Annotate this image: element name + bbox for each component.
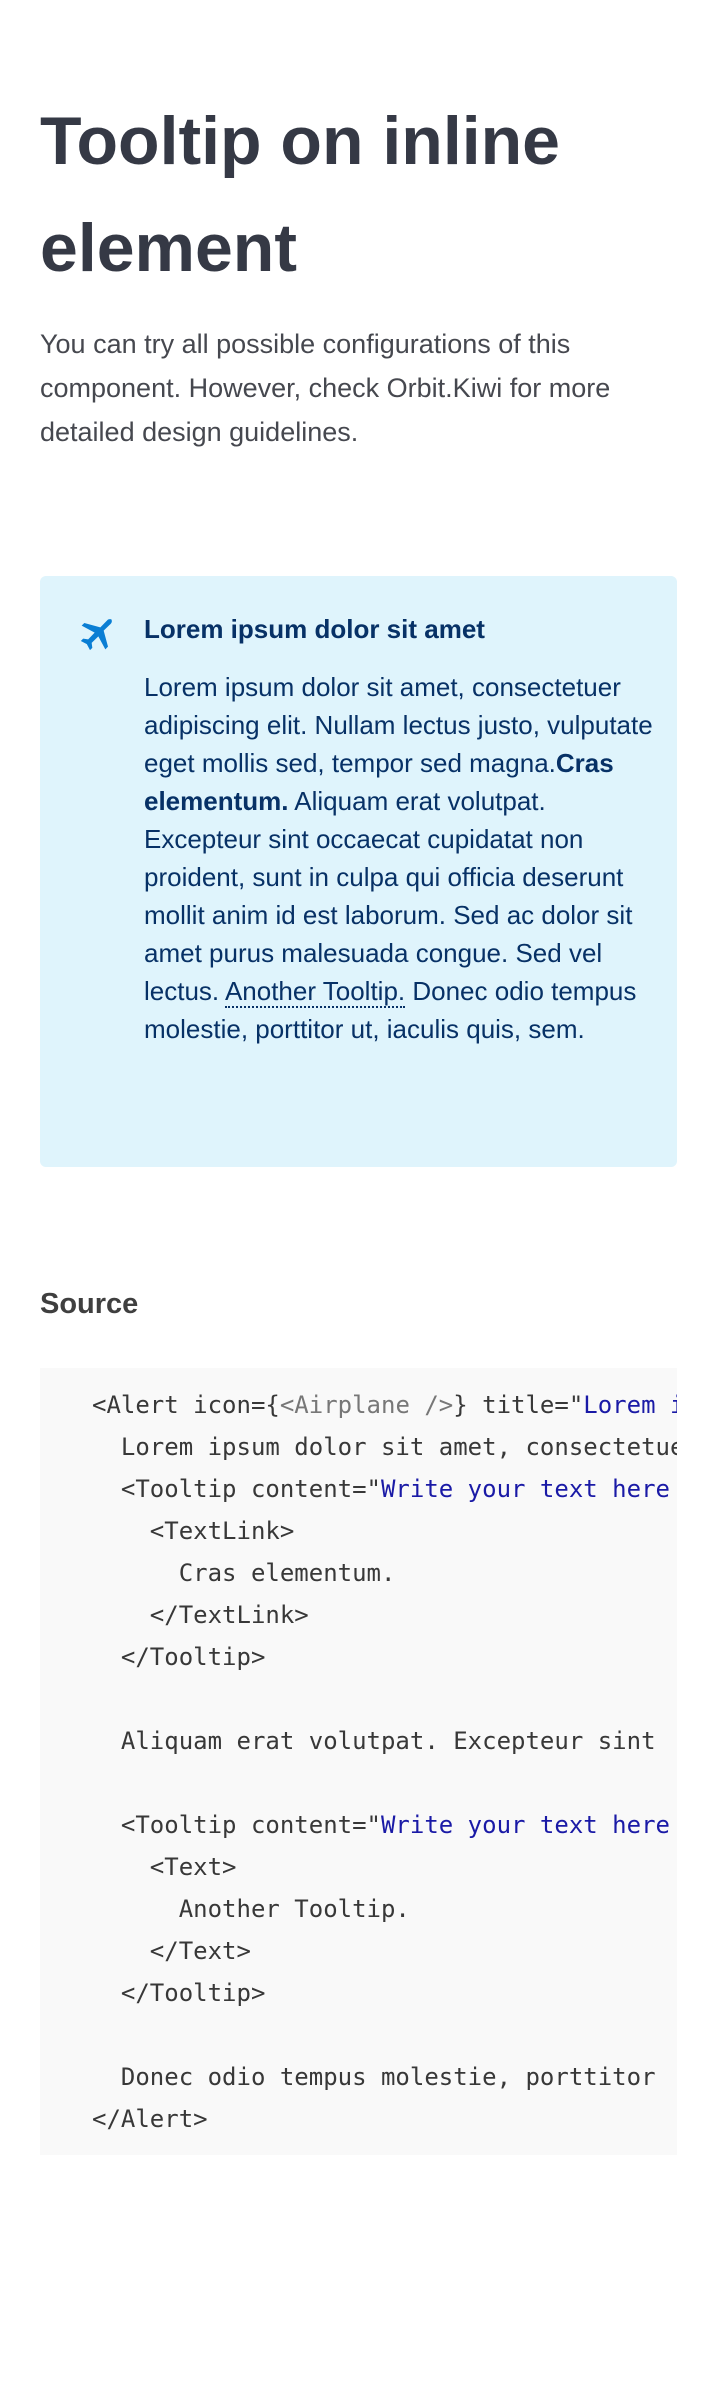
alert-text: Aliquam erat volutpat. Excepteur sint oc…	[144, 786, 633, 1006]
airplane-icon	[80, 619, 112, 651]
info-alert: Lorem ipsum dolor sit amet Lorem ipsum d…	[40, 576, 677, 1167]
alert-title: Lorem ipsum dolor sit amet	[144, 614, 485, 644]
source-code: <Alert icon={<Airplane />} title="Lorem …	[92, 1391, 677, 2133]
code-block[interactable]: <Alert icon={<Airplane />} title="Lorem …	[40, 1368, 677, 2155]
tooltip-text-trigger[interactable]: Another Tooltip.	[224, 976, 406, 1008]
page-title: Tooltip on inline element	[40, 103, 560, 286]
page-intro: You can try all possible configurations …	[40, 329, 611, 447]
source-heading: Source	[40, 1288, 139, 1320]
alert-body: Lorem ipsum dolor sit amet, consectetuer…	[144, 668, 654, 1048]
